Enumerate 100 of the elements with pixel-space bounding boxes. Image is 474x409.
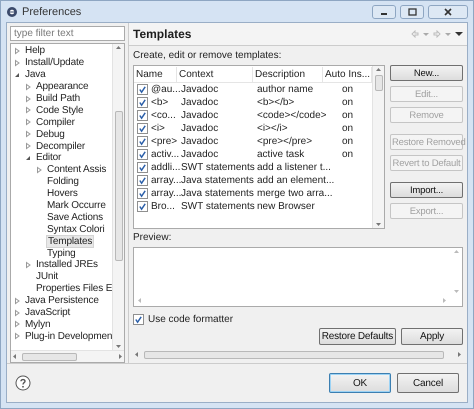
scroll-left-icon[interactable] — [136, 297, 143, 304]
table-cell: Javadoc — [181, 123, 218, 134]
menu-icon[interactable] — [455, 30, 463, 38]
tree-item[interactable]: Templates — [46, 234, 94, 248]
checkbox[interactable] — [137, 84, 148, 95]
expanded-arrow-icon[interactable] — [13, 70, 21, 79]
collapsed-arrow-icon[interactable] — [13, 308, 21, 317]
column-header[interactable]: Name — [134, 66, 177, 82]
expanded-arrow-icon[interactable] — [24, 154, 32, 162]
tree-item[interactable]: Content Assis — [46, 164, 108, 176]
minimize-button[interactable] — [372, 4, 396, 18]
maximize-button[interactable] — [400, 4, 424, 18]
collapsed-arrow-icon[interactable] — [13, 320, 21, 328]
tree-item[interactable]: Installed JREs — [35, 259, 99, 270]
collapsed-arrow-icon[interactable] — [13, 46, 21, 55]
table-cell: <code></code> — [257, 110, 327, 121]
checkbox[interactable] — [137, 188, 148, 199]
scroll-up-icon[interactable] — [453, 248, 460, 255]
scroll-up-icon[interactable] — [375, 66, 382, 73]
dropdown-icon[interactable] — [444, 30, 452, 38]
checkbox[interactable] — [137, 162, 148, 173]
forward-arrow-icon[interactable] — [433, 30, 441, 38]
tree-item[interactable]: Plug-in Developmen — [24, 330, 112, 342]
collapsed-arrow-icon[interactable] — [24, 142, 32, 150]
collapsed-arrow-icon[interactable] — [35, 166, 43, 174]
tree-item[interactable]: Typing — [46, 248, 77, 259]
tree-item[interactable]: Appearance — [35, 81, 90, 92]
tree-item[interactable]: JUnit — [35, 271, 60, 282]
collapsed-arrow-icon[interactable] — [24, 106, 32, 114]
close-button[interactable] — [428, 4, 468, 18]
column-header[interactable]: Description — [253, 66, 323, 82]
tree-item[interactable]: Editor — [35, 152, 62, 164]
scrollbar-thumb[interactable] — [374, 75, 382, 91]
checkbox[interactable] — [133, 314, 144, 325]
checkbox[interactable] — [137, 149, 148, 160]
tree-item[interactable]: Syntax Colori — [46, 224, 106, 235]
scrollbar-thumb[interactable] — [114, 111, 122, 261]
table-cell: SWT statements — [181, 162, 255, 173]
page-button[interactable]: Restore Defaults — [318, 328, 396, 345]
tree-item[interactable]: Build Path — [35, 93, 82, 104]
scroll-down-icon[interactable] — [375, 221, 382, 228]
table-cell: active task — [257, 149, 304, 160]
column-header[interactable]: Context — [177, 66, 253, 82]
tree-item[interactable]: Mylyn — [24, 318, 52, 330]
tree-item[interactable]: Save Actions — [46, 212, 104, 223]
tree-item[interactable]: Java Persistence — [24, 295, 100, 306]
scroll-right-icon[interactable] — [441, 297, 448, 304]
collapsed-arrow-icon[interactable] — [13, 332, 21, 340]
filter-field[interactable]: type filter text — [10, 26, 125, 41]
tree-item[interactable]: Mark Occurre — [46, 200, 107, 212]
checkbox[interactable] — [137, 110, 148, 121]
checkbox[interactable] — [137, 123, 148, 134]
scrollbar-thumb[interactable] — [144, 350, 444, 358]
help-icon[interactable] — [15, 375, 31, 391]
maximize-icon — [408, 8, 416, 16]
scroll-up-icon[interactable] — [115, 44, 122, 51]
scroll-right-icon[interactable] — [117, 353, 124, 360]
tree-item[interactable]: Java — [24, 69, 47, 80]
checkbox[interactable] — [137, 97, 148, 108]
tree-item[interactable]: Compiler — [35, 116, 76, 128]
collapsed-arrow-icon[interactable] — [24, 260, 32, 269]
collapsed-arrow-icon[interactable] — [13, 58, 21, 67]
back-arrow-icon[interactable] — [411, 30, 419, 38]
collapsed-arrow-icon[interactable] — [13, 296, 21, 305]
scroll-left-icon[interactable] — [133, 351, 140, 358]
scroll-right-icon[interactable] — [456, 351, 463, 358]
tree-item[interactable]: Help — [24, 45, 46, 56]
side-button[interactable]: Import... — [390, 182, 463, 198]
page-title: Templates — [133, 27, 192, 41]
table-cell: on — [342, 123, 354, 134]
tree-item[interactable]: Code Style — [35, 104, 84, 116]
table-cell: on — [342, 136, 354, 147]
table-cell: Javadoc — [181, 110, 218, 121]
collapsed-arrow-icon[interactable] — [24, 118, 32, 126]
scrollbar-thumb[interactable] — [22, 352, 77, 360]
page-button[interactable]: Apply — [401, 328, 463, 345]
dropdown-icon[interactable] — [422, 30, 430, 38]
checkbox-label[interactable]: Use code formatter — [148, 314, 234, 325]
side-button[interactable]: New... — [390, 65, 463, 81]
tree-item[interactable]: JavaScript — [24, 307, 72, 318]
tree-item[interactable]: Decompiler — [35, 140, 86, 152]
table-cell: Javadoc — [181, 136, 218, 147]
table-cell: merge two arra... — [257, 188, 333, 199]
checkbox[interactable] — [137, 175, 148, 186]
preview-field[interactable] — [133, 247, 463, 307]
dialog-button[interactable]: OK — [329, 373, 391, 393]
checkbox[interactable] — [137, 201, 148, 212]
scroll-left-icon[interactable] — [11, 353, 18, 360]
collapsed-arrow-icon[interactable] — [24, 82, 32, 91]
collapsed-arrow-icon[interactable] — [24, 130, 32, 138]
tree-item[interactable]: Properties Files E — [35, 283, 112, 294]
tree-item[interactable]: Folding — [46, 176, 80, 188]
table-cell: <pre></pre> — [257, 136, 312, 147]
tree-item[interactable]: Install/Update — [24, 57, 86, 68]
tree-item[interactable]: Debug — [35, 128, 66, 140]
collapsed-arrow-icon[interactable] — [24, 94, 32, 102]
checkbox[interactable] — [137, 136, 148, 147]
table-cell: <co... — [151, 110, 176, 121]
dialog-button[interactable]: Cancel — [397, 373, 459, 393]
tree-item[interactable]: Hovers — [46, 188, 79, 200]
